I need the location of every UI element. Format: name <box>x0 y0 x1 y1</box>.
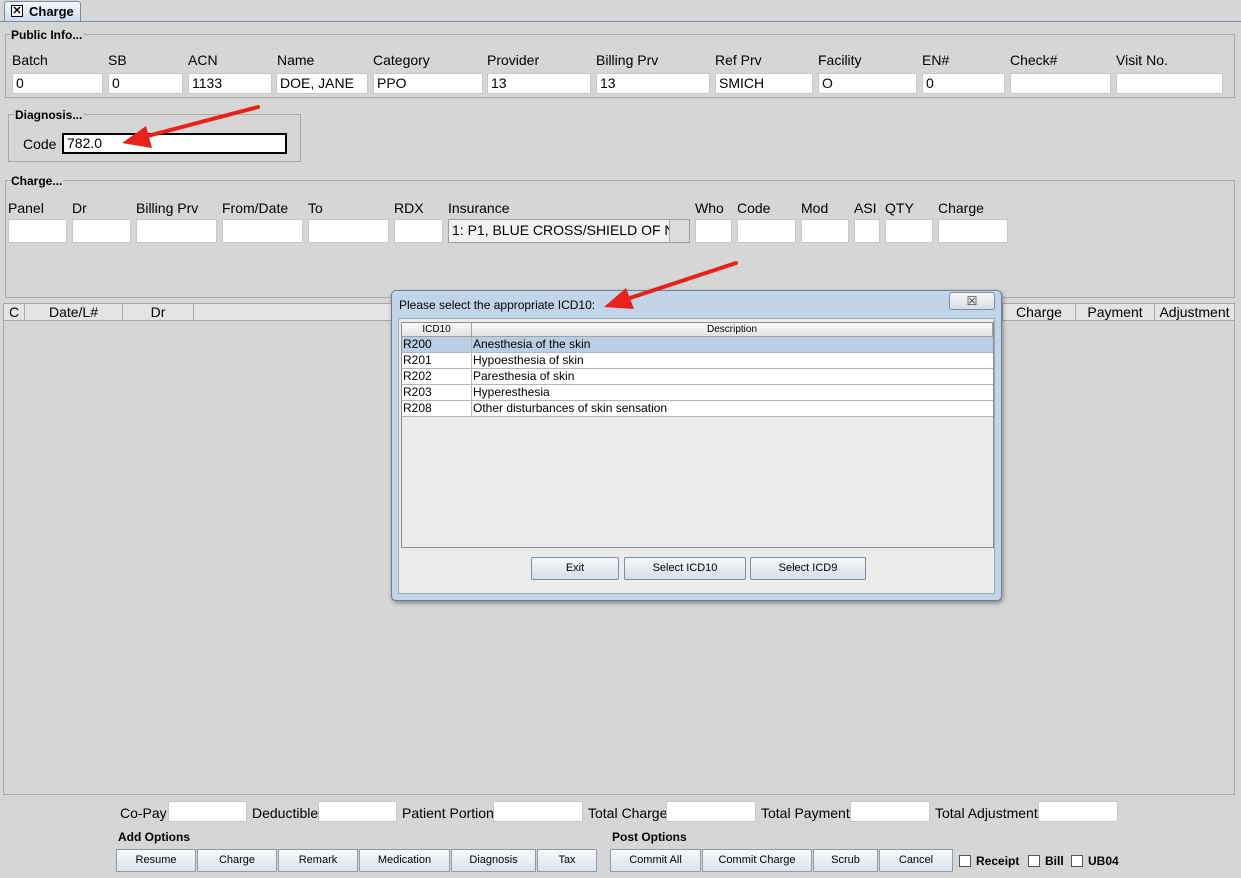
patient-portion-label: Patient Portion <box>402 805 494 821</box>
commit-charge-button[interactable]: Commit Charge <box>702 849 812 872</box>
charge-button[interactable]: Charge <box>197 849 277 872</box>
resume-button[interactable]: Resume <box>116 849 196 872</box>
total-payment-field[interactable] <box>850 801 930 822</box>
arrow-icon <box>122 105 260 148</box>
total-charge-label: Total Charge <box>588 805 668 821</box>
total-charge-field[interactable] <box>666 801 756 822</box>
copay-field[interactable] <box>168 801 247 822</box>
diagnosis-button[interactable]: Diagnosis <box>451 849 536 872</box>
scrub-button[interactable]: Scrub <box>813 849 878 872</box>
deductible-field[interactable] <box>318 801 397 822</box>
commit-all-button[interactable]: Commit All <box>610 849 701 872</box>
ub04-label: UB04 <box>1088 854 1119 868</box>
post-options-title: Post Options <box>612 830 687 844</box>
copay-label: Co-Pay <box>120 805 167 821</box>
deductible-label: Deductible <box>252 805 319 821</box>
medication-button[interactable]: Medication <box>359 849 450 872</box>
ub04-checkbox[interactable] <box>1071 855 1083 867</box>
annotation-arrows <box>122 105 738 309</box>
bill-checkbox[interactable] <box>1028 855 1040 867</box>
remark-button[interactable]: Remark <box>278 849 358 872</box>
total-adjustment-label: Total Adjustment <box>935 805 1038 821</box>
arrow-icon <box>604 261 738 309</box>
patient-portion-field[interactable] <box>493 801 583 822</box>
total-payment-label: Total Payment <box>761 805 850 821</box>
tax-button[interactable]: Tax <box>537 849 597 872</box>
receipt-label: Receipt <box>976 854 1020 868</box>
total-adjustment-field[interactable] <box>1038 801 1118 822</box>
receipt-checkbox[interactable] <box>959 855 971 867</box>
add-options-title: Add Options <box>118 830 190 844</box>
cancel-button[interactable]: Cancel <box>879 849 953 872</box>
bill-label: Bill <box>1045 854 1064 868</box>
